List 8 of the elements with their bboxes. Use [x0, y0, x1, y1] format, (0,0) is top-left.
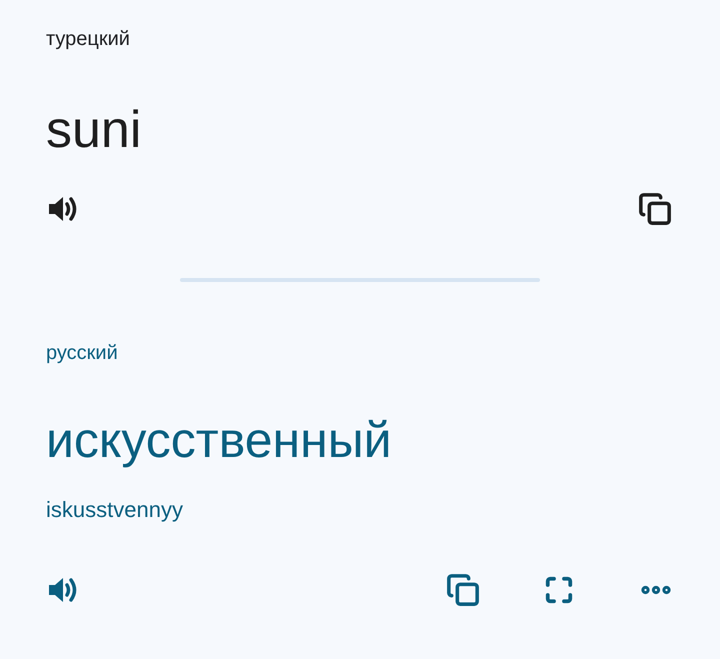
translated-text: искусственный — [46, 411, 393, 470]
fullscreen-icon[interactable] — [544, 575, 574, 605]
source-text: suni — [46, 100, 142, 160]
target-language: русский — [46, 341, 119, 366]
source-language: турецкий — [46, 27, 131, 52]
transliteration: iskusstvennyy — [46, 496, 184, 524]
copy-icon[interactable] — [446, 573, 480, 607]
copy-icon[interactable] — [638, 192, 672, 226]
